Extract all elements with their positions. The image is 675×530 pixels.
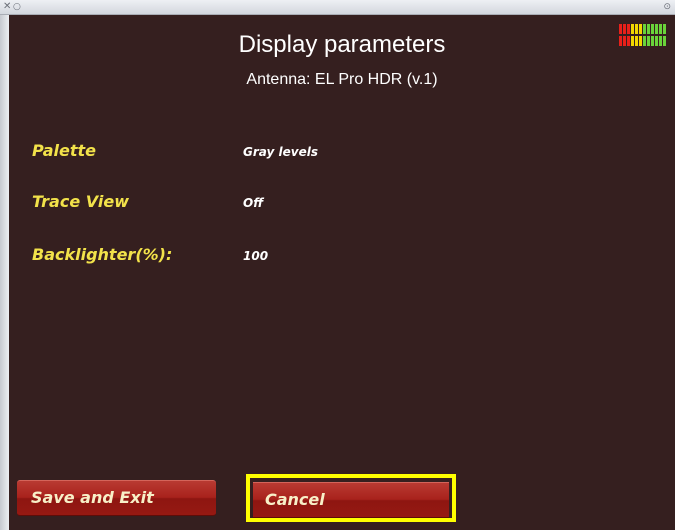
signal-level-meter-icon <box>619 24 675 48</box>
meter-segment <box>623 36 626 46</box>
meter-segment <box>659 24 662 34</box>
meter-row-top <box>619 24 675 34</box>
meter-segment <box>643 36 646 46</box>
meter-segment <box>635 24 638 34</box>
meter-segment <box>663 36 666 46</box>
meter-segment <box>619 36 622 46</box>
trace-view-value[interactable]: Off <box>243 196 263 210</box>
window-title-bar: ✕ ○ ⊙ <box>0 0 675 15</box>
meter-segment <box>619 24 622 34</box>
meter-segment <box>659 36 662 46</box>
meter-segment <box>631 24 634 34</box>
meter-segment <box>639 36 642 46</box>
meter-segment <box>635 36 638 46</box>
meter-segment <box>655 36 658 46</box>
backlighter-value[interactable]: 100 <box>243 249 268 263</box>
minimize-icon[interactable]: ○ <box>13 1 21 13</box>
page-title: Display parameters <box>238 31 446 58</box>
meter-segment <box>651 24 654 34</box>
close-icon[interactable]: ✕ <box>3 1 11 13</box>
meter-segment <box>627 36 630 46</box>
meter-segment <box>623 24 626 34</box>
meter-segment <box>643 24 646 34</box>
meter-segment <box>631 36 634 46</box>
meter-segment <box>639 24 642 34</box>
meter-row-bottom <box>619 36 675 46</box>
cancel-focus-highlight: Cancel <box>246 474 456 522</box>
meter-segment <box>647 24 650 34</box>
palette-label: Palette <box>32 141 96 160</box>
backlighter-label: Backlighter(%): <box>32 245 173 264</box>
window-frame-left <box>0 15 9 530</box>
meter-segment <box>651 36 654 46</box>
meter-segment <box>627 24 630 34</box>
window-menu-icon[interactable]: ⊙ <box>663 1 671 13</box>
antenna-subtitle: Antenna: EL Pro HDR (v.1) <box>246 71 438 88</box>
save-and-exit-button[interactable]: Save and Exit <box>17 480 216 516</box>
trace-view-label: Trace View <box>32 192 129 211</box>
cancel-button[interactable]: Cancel <box>253 482 449 518</box>
meter-segment <box>655 24 658 34</box>
meter-segment <box>663 24 666 34</box>
palette-value[interactable]: Gray levels <box>243 145 318 159</box>
display-parameters-panel: Display parameters Antenna: EL Pro HDR (… <box>9 15 675 530</box>
meter-segment <box>647 36 650 46</box>
